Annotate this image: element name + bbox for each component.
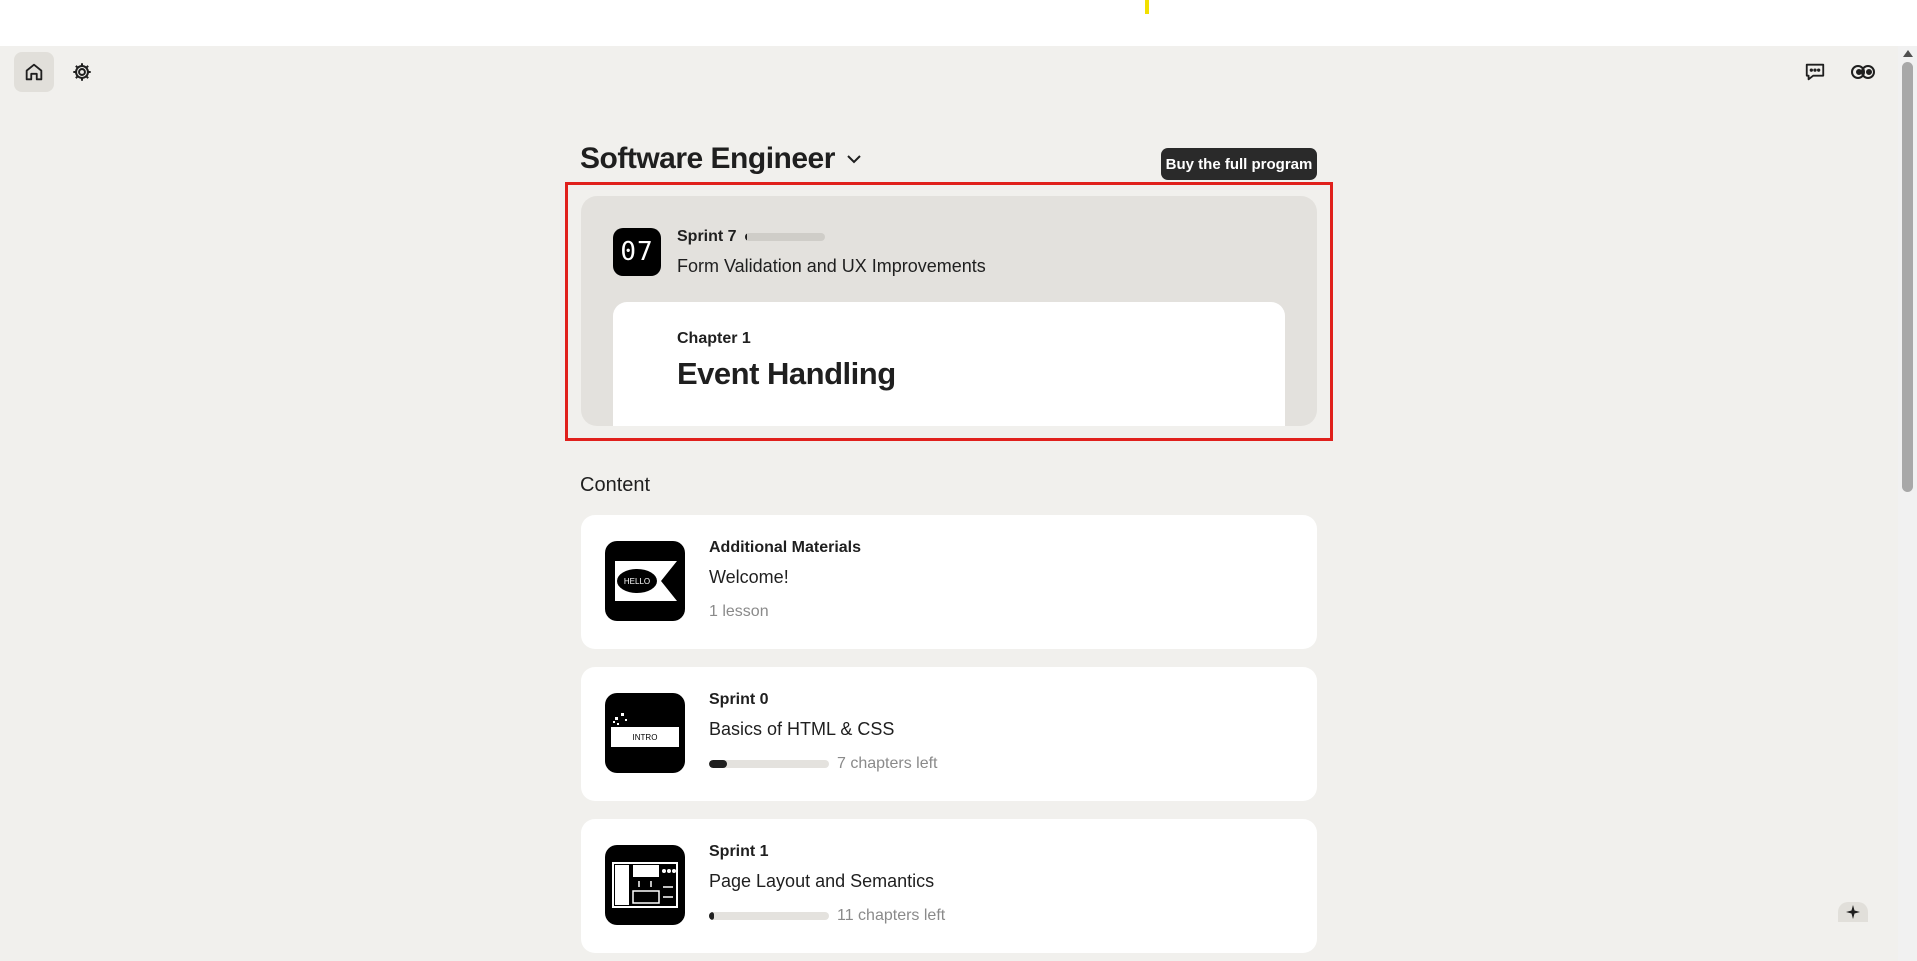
- course-kicker: Sprint 0: [709, 691, 769, 708]
- cursor-mark: [1145, 0, 1149, 14]
- page-scrollbar[interactable]: [1898, 46, 1917, 961]
- thumb-text: INTRO: [633, 733, 658, 742]
- gear-icon: [73, 63, 91, 81]
- hello-flag-icon: HELLO: [615, 561, 677, 601]
- course-title: Basics of HTML & CSS: [709, 719, 895, 739]
- course-kicker: Sprint 1: [709, 843, 769, 860]
- course-meta-text: 1 lesson: [709, 603, 769, 620]
- course-progress-fill: [709, 760, 727, 768]
- course-thumbnail: HELLO: [605, 541, 685, 621]
- course-thumbnail: INTRO: [605, 693, 685, 773]
- course-card-additional-materials[interactable]: HELLO Additional Materials Welcome! 1 le…: [581, 515, 1317, 649]
- course-card-sprint-1[interactable]: Sprint 1 Page Layout and Semantics 11 ch…: [581, 819, 1317, 953]
- mascot-icon: [1851, 65, 1875, 79]
- program-title: Software Engineer: [580, 142, 835, 175]
- home-icon: [25, 63, 43, 81]
- assistant-button[interactable]: [1838, 902, 1868, 922]
- content-heading: Content: [580, 474, 651, 496]
- course-thumbnail: [605, 845, 685, 925]
- highlight-box: [565, 182, 1333, 441]
- course-title: Page Layout and Semantics: [709, 871, 935, 891]
- intro-icon: INTRO: [611, 713, 679, 747]
- course-progress-fill: [709, 912, 714, 920]
- course-progress-bar: [709, 760, 829, 768]
- program-selector[interactable]: Software Engineer: [580, 142, 863, 176]
- scroll-up-arrow[interactable]: [1903, 50, 1913, 57]
- course-title: Welcome!: [709, 567, 789, 587]
- settings-button[interactable]: [62, 52, 102, 92]
- course-kicker: Additional Materials: [709, 539, 862, 556]
- mascot-button[interactable]: [1843, 52, 1883, 92]
- course-card-sprint-0[interactable]: INTRO Sprint 0 Basics of HTML & CSS 7 ch…: [581, 667, 1317, 801]
- thumb-text: HELLO: [624, 577, 650, 586]
- chat-button[interactable]: [1795, 52, 1835, 92]
- course-meta: 11 chapters left: [709, 907, 945, 925]
- course-progress-bar: [709, 912, 829, 920]
- chevron-down-icon: [847, 155, 861, 164]
- sparkle-icon: [1846, 905, 1860, 919]
- course-meta-text: 7 chapters left: [837, 755, 938, 772]
- buy-program-button[interactable]: Buy the full program: [1161, 148, 1317, 180]
- browser-top-bar: [0, 0, 1917, 46]
- course-meta: 1 lesson: [709, 603, 769, 621]
- course-meta-text: 11 chapters left: [837, 907, 946, 924]
- scroll-thumb[interactable]: [1902, 62, 1913, 492]
- course-meta: 7 chapters left: [709, 755, 938, 773]
- chat-icon: [1805, 63, 1825, 81]
- layout-icon: [612, 862, 678, 908]
- home-button[interactable]: [14, 52, 54, 92]
